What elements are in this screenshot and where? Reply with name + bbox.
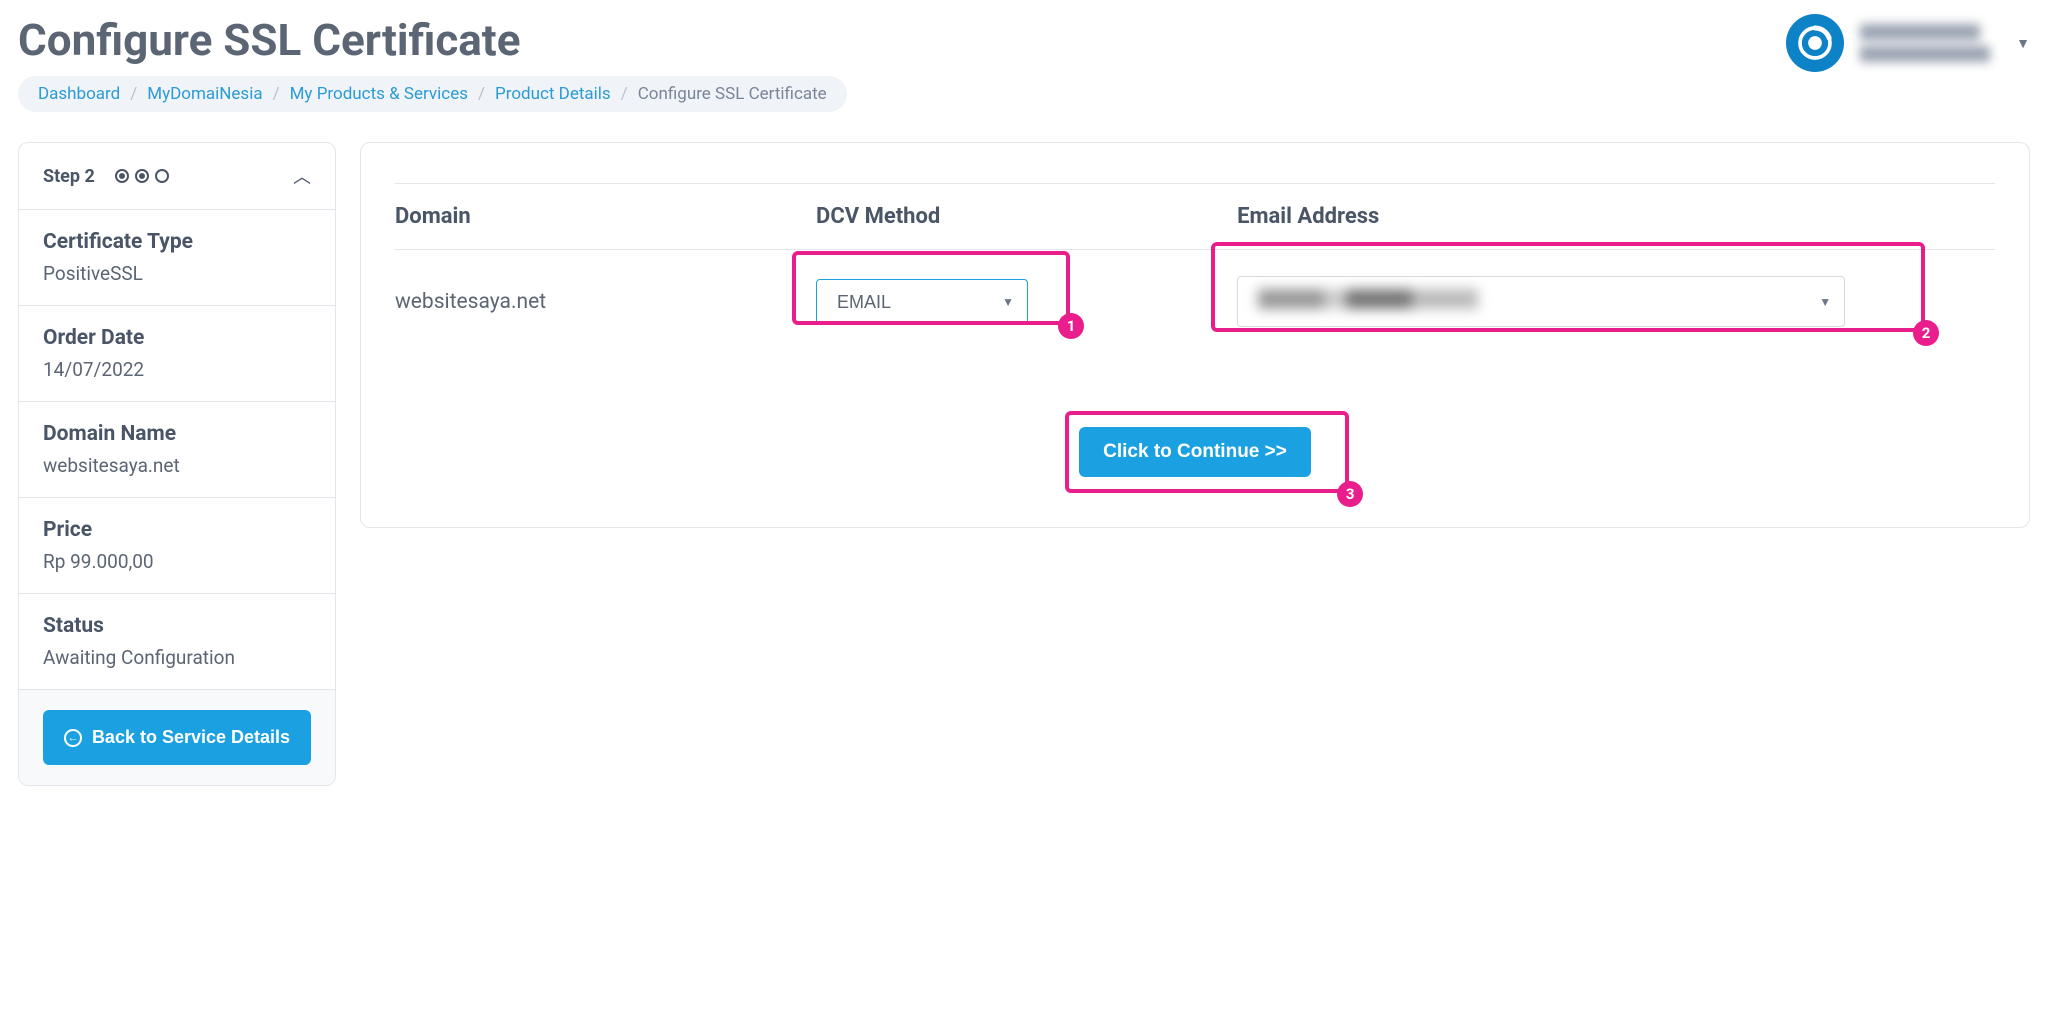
breadcrumb-sep: /: [130, 84, 137, 104]
breadcrumb-current: Configure SSL Certificate: [638, 84, 827, 104]
back-button-label: Back to Service Details: [92, 726, 290, 749]
breadcrumb: Dashboard / MyDomaiNesia / My Products &…: [18, 76, 847, 112]
price-value: Rp 99.000,00: [43, 550, 311, 573]
user-menu[interactable]: ▼: [1786, 14, 2030, 72]
breadcrumb-sep: /: [478, 84, 485, 104]
cert-type-value: PositiveSSL: [43, 262, 311, 285]
breadcrumb-dashboard[interactable]: Dashboard: [38, 84, 120, 104]
avatar: [1786, 14, 1844, 72]
table-row: websitesaya.net 1 EMAIL ▼ 2: [395, 250, 1995, 367]
callout-badge-2: 2: [1913, 320, 1939, 346]
status-value: Awaiting Configuration: [43, 646, 311, 669]
dcv-method-select[interactable]: EMAIL: [816, 279, 1028, 325]
page-title: Configure SSL Certificate: [18, 14, 1786, 66]
cert-type-title: Certificate Type: [43, 230, 311, 254]
column-email-address: Email Address: [1237, 204, 1995, 229]
email-address-select[interactable]: [1237, 276, 1845, 327]
continue-button[interactable]: Click to Continue >>: [1079, 427, 1311, 477]
email-value-redacted: [1258, 289, 1478, 309]
step-progress-icon: [115, 169, 169, 183]
chevron-down-icon: ▼: [2016, 35, 2030, 52]
domain-name-title: Domain Name: [43, 422, 311, 446]
domain-name-value: websitesaya.net: [43, 454, 311, 477]
breadcrumb-sep: /: [273, 84, 280, 104]
price-title: Price: [43, 518, 311, 542]
arrow-left-icon: ←: [64, 729, 82, 747]
breadcrumb-products[interactable]: My Products & Services: [290, 84, 468, 104]
step-label: Step 2: [43, 166, 95, 187]
user-name-redacted: [1860, 24, 1990, 62]
callout-badge-3: 3: [1337, 481, 1363, 507]
sidebar: Step 2 ︿ Certificate Type PositiveSSL Or…: [18, 142, 336, 786]
cell-domain: websitesaya.net: [395, 290, 816, 314]
column-domain: Domain: [395, 204, 816, 229]
sidebar-step-header[interactable]: Step 2 ︿: [19, 143, 335, 210]
status-title: Status: [43, 614, 311, 638]
order-date-title: Order Date: [43, 326, 311, 350]
order-date-value: 14/07/2022: [43, 358, 311, 381]
main-panel: Domain DCV Method Email Address websites…: [360, 142, 2030, 528]
breadcrumb-product-details[interactable]: Product Details: [495, 84, 611, 104]
chevron-up-icon: ︿: [293, 163, 311, 189]
back-to-service-button[interactable]: ← Back to Service Details: [43, 710, 311, 765]
breadcrumb-mydomainesia[interactable]: MyDomaiNesia: [147, 84, 262, 104]
breadcrumb-sep: /: [621, 84, 628, 104]
callout-badge-1: 1: [1058, 313, 1084, 339]
column-dcv-method: DCV Method: [816, 204, 1237, 229]
